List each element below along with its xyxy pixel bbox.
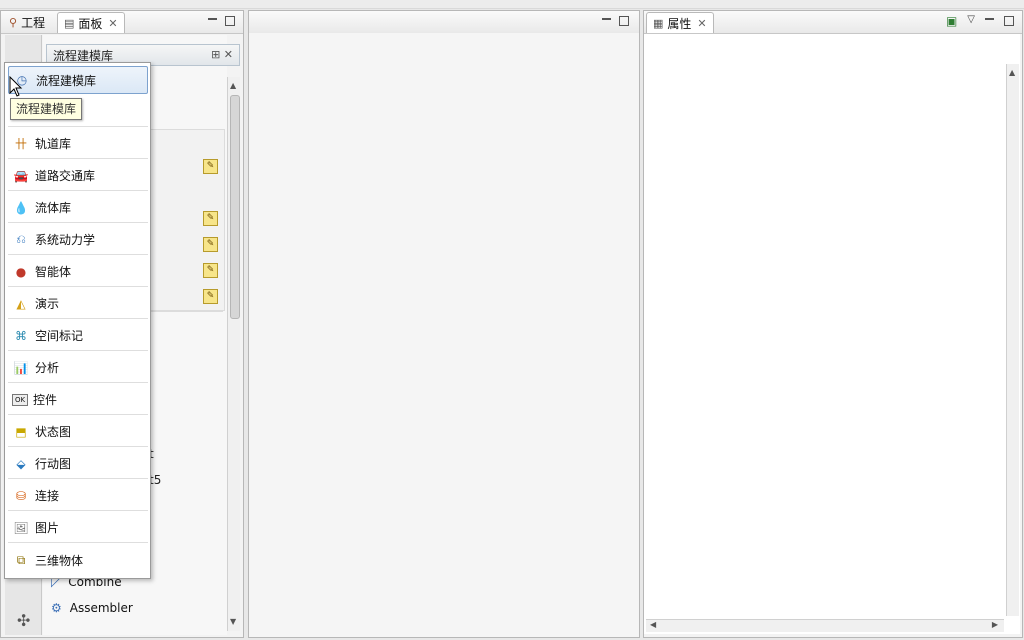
controls-ok-icon: OK	[12, 393, 28, 406]
editor-canvas[interactable]	[249, 33, 639, 637]
menu-item-label: 行动图	[35, 457, 72, 471]
editor-pane	[248, 10, 640, 638]
library-dropdown-menu: ◷ 流程建模库 卄 轨道库 🚘 道路交通库 💧 流体库 ⎌ 系统动力学 ● 智能…	[4, 62, 151, 579]
statechart-icon: ⬒	[15, 424, 27, 439]
road-traffic-icon: 🚘	[13, 168, 29, 183]
add-library-icon[interactable]: ✣	[17, 611, 30, 630]
menu-item-label: 三维物体	[35, 553, 84, 568]
menu-item-rail-library[interactable]: 卄 轨道库	[8, 129, 148, 159]
menu-item-label: 流程建模库	[36, 73, 97, 88]
project-tree-icon: ⚲	[9, 15, 18, 29]
agent-icon: ●	[15, 264, 27, 279]
mouse-cursor-icon	[9, 76, 23, 97]
presentation-shapes-icon: ◭	[16, 296, 26, 311]
menu-item-label: 空间标记	[35, 329, 84, 343]
pin-properties-icon[interactable]: ▣	[946, 14, 957, 28]
properties-vertical-scrollbar[interactable]: ▲	[1006, 64, 1019, 616]
menu-item-label: 系统动力学	[35, 233, 96, 247]
palette-icon: ▤	[64, 16, 75, 30]
properties-window-controls: ▣ ▽	[946, 14, 1014, 28]
menu-item-label: 轨道库	[35, 137, 72, 151]
palette-vertical-scrollbar[interactable]: ▲ ▼	[227, 77, 240, 631]
menu-item-presentation[interactable]: ◭ 演示	[8, 289, 148, 319]
menu-item-3d-objects[interactable]: ⧉ 三维物体	[8, 545, 148, 575]
3d-objects-icon: ⧉	[16, 552, 26, 567]
menu-item-label: 图片	[35, 521, 60, 535]
top-toolbar-strip	[0, 0, 1024, 9]
menu-item-label: 分析	[35, 361, 60, 375]
fluid-drop-icon: 💧	[13, 200, 29, 215]
system-dynamics-icon: ⎌	[16, 232, 26, 246]
properties-table-icon: ▦	[653, 16, 664, 30]
menu-item-controls[interactable]: OK 控件	[8, 385, 148, 415]
menu-item-process-library[interactable]: ◷ 流程建模库	[8, 66, 148, 94]
tab-project[interactable]: ⚲ 工程	[3, 12, 51, 32]
minimize-icon[interactable]	[985, 18, 994, 22]
menu-tooltip: 流程建模库	[10, 98, 83, 120]
tab-properties[interactable]: ▦ 属性 ✕	[646, 12, 714, 33]
menu-item-label: 智能体	[35, 265, 72, 279]
tab-properties-label: 属性	[667, 16, 692, 31]
menu-item-action-chart[interactable]: ⬙ 行动图	[8, 449, 148, 479]
menu-item-label: 连接	[35, 489, 60, 503]
edit-pencil-icon[interactable]: ✎	[203, 289, 218, 304]
assembler-icon: ⚙	[51, 601, 62, 615]
palette-item-label: Assembler	[69, 601, 133, 615]
scroll-left-icon[interactable]: ◀	[650, 620, 656, 629]
properties-horizontal-scrollbar[interactable]: ◀ ▶	[646, 619, 1004, 632]
tab-project-label: 工程	[21, 15, 46, 30]
editor-window-controls	[602, 14, 629, 26]
editor-tab-bar	[249, 11, 639, 34]
menu-item-connectivity[interactable]: ⛁ 连接	[8, 481, 148, 511]
maximize-icon[interactable]	[1004, 16, 1014, 26]
scroll-up-icon[interactable]: ▲	[1009, 68, 1015, 77]
scroll-thumb[interactable]	[230, 95, 240, 319]
menu-item-label: 控件	[33, 393, 58, 407]
menu-item-label: 演示	[35, 297, 60, 311]
properties-body	[644, 34, 1020, 634]
scroll-right-icon[interactable]: ▶	[992, 620, 998, 629]
close-icon[interactable]: ✕	[697, 17, 706, 30]
connectivity-icon: ⛁	[15, 488, 27, 503]
palette-item-assembler[interactable]: ⚙ Assembler	[51, 601, 133, 615]
minimize-icon[interactable]	[208, 18, 217, 22]
maximize-icon[interactable]	[225, 16, 235, 26]
tab-palette[interactable]: ▤ 面板 ✕	[57, 12, 125, 33]
minimize-icon[interactable]	[602, 18, 611, 22]
close-icon[interactable]: ✕	[108, 17, 117, 30]
maximize-icon[interactable]	[619, 16, 629, 26]
scroll-down-icon[interactable]: ▼	[230, 617, 236, 626]
menu-item-fluid[interactable]: 💧 流体库	[8, 193, 148, 223]
action-chart-icon: ⬙	[16, 456, 26, 471]
tab-palette-label: 面板	[78, 16, 103, 31]
edit-pencil-icon[interactable]: ✎	[203, 159, 218, 174]
menu-item-system-dynamics[interactable]: ⎌ 系统动力学	[8, 225, 148, 255]
space-markup-icon: ⌘	[15, 328, 27, 343]
menu-item-analysis[interactable]: 📊 分析	[8, 353, 148, 383]
left-tab-bar: ⚲ 工程 ▤ 面板 ✕	[1, 11, 243, 34]
edit-pencil-icon[interactable]: ✎	[203, 263, 218, 278]
menu-item-space-markup[interactable]: ⌘ 空间标记	[8, 321, 148, 351]
menu-item-road-traffic[interactable]: 🚘 道路交通库	[8, 161, 148, 191]
section-header-label: 流程建模库	[53, 48, 114, 63]
menu-item-label: 流体库	[35, 201, 72, 215]
edit-pencil-icon[interactable]: ✎	[203, 237, 218, 252]
menu-item-label: 状态图	[35, 425, 72, 439]
scroll-up-icon[interactable]: ▲	[230, 81, 236, 90]
view-menu-icon[interactable]: ▽	[967, 14, 975, 28]
view-options-icon[interactable]: ⊞ ✕	[211, 48, 233, 61]
edit-pencil-icon[interactable]: ✎	[203, 211, 218, 226]
menu-item-statechart[interactable]: ⬒ 状态图	[8, 417, 148, 447]
menu-item-pictures[interactable]: 🖼 图片	[8, 513, 148, 543]
rail-library-icon: 卄	[14, 137, 27, 151]
menu-item-agent[interactable]: ● 智能体	[8, 257, 148, 287]
left-window-controls	[208, 14, 235, 26]
properties-tab-bar: ▦ 属性 ✕ ▣ ▽	[644, 11, 1022, 34]
pictures-icon: 🖼	[13, 520, 29, 535]
menu-item-label: 道路交通库	[35, 169, 96, 183]
analysis-chart-icon: 📊	[13, 360, 29, 375]
